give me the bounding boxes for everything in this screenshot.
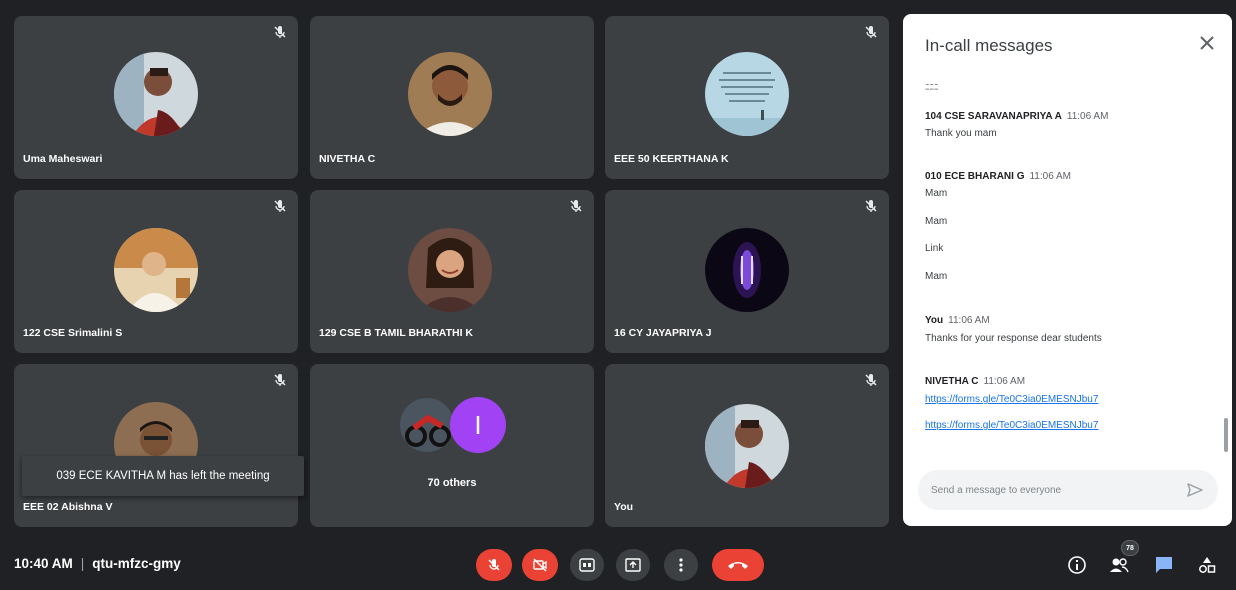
message-text: Link bbox=[925, 243, 944, 254]
message-time: 11:06 AM bbox=[948, 315, 990, 326]
activities-icon[interactable] bbox=[1196, 554, 1218, 576]
mic-muted-icon bbox=[274, 374, 286, 386]
participant-tile[interactable]: EEE 02 Abishna V bbox=[14, 364, 298, 527]
avatar bbox=[705, 52, 789, 136]
captions-icon bbox=[579, 558, 595, 572]
message-text: Mam bbox=[925, 271, 948, 282]
scrollbar[interactable] bbox=[1224, 418, 1228, 452]
more-options-button[interactable] bbox=[664, 549, 698, 581]
message-input[interactable]: Send a message to everyone bbox=[918, 470, 1218, 510]
bottom-toolbar: 10:40 AM | qtu-mfzc-gmy 78 bbox=[0, 540, 1236, 590]
avatar bbox=[705, 404, 789, 488]
separator: | bbox=[80, 556, 85, 571]
message-text: Mam bbox=[925, 188, 948, 199]
mic-muted-icon bbox=[865, 374, 877, 386]
chat-icon[interactable] bbox=[1153, 554, 1175, 576]
others-count-label: 70 others bbox=[427, 477, 477, 489]
avatar bbox=[408, 228, 492, 312]
participant-tile[interactable]: Uma Maheswari bbox=[14, 16, 298, 179]
participant-tile[interactable]: NIVETHA C bbox=[310, 16, 594, 179]
mic-muted-icon bbox=[865, 200, 877, 212]
participant-tile[interactable]: EEE 50 KEERTHANA K bbox=[605, 16, 889, 179]
send-icon[interactable] bbox=[1186, 482, 1204, 498]
avatar bbox=[400, 398, 454, 452]
self-tile[interactable]: You bbox=[605, 364, 889, 527]
participant-name: You bbox=[614, 501, 634, 513]
present-icon bbox=[625, 558, 641, 572]
participant-name: NIVETHA C bbox=[319, 153, 376, 165]
people-count-badge: 78 bbox=[1121, 540, 1139, 556]
message-time: 11:06 AM bbox=[1066, 111, 1109, 122]
end-call-button[interactable] bbox=[712, 549, 764, 581]
participant-tile[interactable]: 129 CSE B TAMIL BHARATHI K bbox=[310, 190, 594, 353]
message-time: 11:06 AM bbox=[1029, 171, 1071, 182]
participant-name: EEE 50 KEERTHANA K bbox=[614, 153, 729, 165]
message-text: Thanks for your response dear students bbox=[925, 333, 1102, 344]
info-icon[interactable] bbox=[1066, 554, 1088, 576]
truncated-message: ﾆﾆﾆ bbox=[925, 82, 939, 92]
panel-title: In-call messages bbox=[925, 36, 1053, 55]
avatar bbox=[114, 228, 198, 312]
participant-name: Uma Maheswari bbox=[23, 153, 103, 165]
mic-muted-icon bbox=[865, 26, 877, 38]
left-meeting-toast: 039 ECE KAVITHA M has left the meeting bbox=[22, 456, 304, 496]
participant-tile[interactable]: 122 CSE Srimalini S bbox=[14, 190, 298, 353]
end-call-icon bbox=[728, 562, 748, 569]
avatar bbox=[408, 52, 492, 136]
message-sender: 104 CSE SARAVANAPRIYA A 11:06 AM bbox=[925, 111, 1109, 122]
others-tile[interactable]: I 70 others bbox=[310, 364, 594, 527]
people-icon[interactable] bbox=[1108, 554, 1130, 576]
participant-initial-avatar: I bbox=[450, 397, 506, 453]
participant-name: 16 CY JAYAPRIYA J bbox=[614, 327, 712, 339]
mic-off-icon bbox=[488, 559, 500, 571]
camera-off-icon bbox=[533, 558, 547, 572]
more-options-icon bbox=[679, 558, 683, 572]
participant-name: EEE 02 Abishna V bbox=[23, 501, 113, 513]
mic-muted-icon bbox=[274, 200, 286, 212]
participant-name: 122 CSE Srimalini S bbox=[23, 327, 123, 339]
close-icon[interactable] bbox=[1198, 34, 1216, 52]
participant-name: 129 CSE B TAMIL BHARATHI K bbox=[319, 327, 474, 339]
avatar bbox=[705, 228, 789, 312]
meeting-code: qtu-mfzc-gmy bbox=[92, 556, 181, 571]
captions-button[interactable] bbox=[570, 549, 604, 581]
message-text: Thank you mam bbox=[925, 128, 997, 139]
avatar bbox=[114, 52, 198, 136]
mic-muted-icon bbox=[274, 26, 286, 38]
meeting-info: 10:40 AM | qtu-mfzc-gmy bbox=[14, 556, 181, 571]
current-time: 10:40 AM bbox=[14, 556, 73, 571]
meet-window: Uma Maheswari NIVETHA C EEE 50 KEERTHANA… bbox=[0, 0, 1236, 590]
present-button[interactable] bbox=[616, 549, 650, 581]
camera-toggle-button[interactable] bbox=[522, 549, 558, 581]
mic-muted-icon bbox=[570, 200, 582, 212]
message-link[interactable]: https://forms.gle/Te0C3ia0EMESNJbu7 bbox=[925, 420, 1098, 431]
in-call-messages-panel: In-call messages ﾆﾆﾆ 104 CSE SARAVANAPRI… bbox=[903, 14, 1232, 526]
message-sender: You 11:06 AM bbox=[925, 315, 990, 326]
message-text: Mam bbox=[925, 216, 948, 227]
message-link[interactable]: https://forms.gle/Te0C3ia0EMESNJbu7 bbox=[925, 394, 1098, 405]
participant-tile[interactable]: 16 CY JAYAPRIYA J bbox=[605, 190, 889, 353]
message-sender: 010 ECE BHARANI G 11:06 AM bbox=[925, 171, 1071, 182]
message-time: 11:06 AM bbox=[983, 376, 1026, 387]
mic-toggle-button[interactable] bbox=[476, 549, 512, 581]
message-sender: NIVETHA C 11:06 AM bbox=[925, 376, 1026, 387]
